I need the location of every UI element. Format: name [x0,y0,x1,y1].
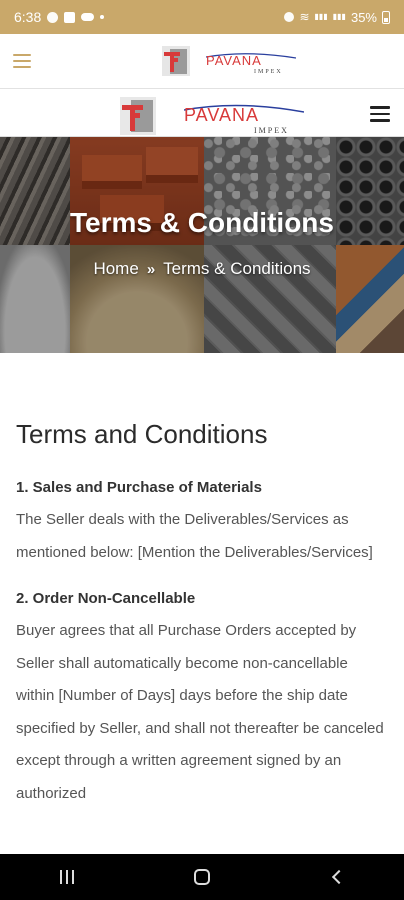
page-title: Terms & Conditions [70,207,334,238]
section-body: The Seller deals with the Deliverables/S… [16,511,373,561]
battery-icon [382,10,390,24]
site-header: PAVANA IMPEX [0,89,404,137]
logo-brand-sub: IMPEX [254,69,283,75]
breadcrumb-home-link[interactable]: Home [93,259,138,278]
breadcrumb-separator-icon: » [146,261,156,278]
more-notifications-icon [100,15,105,19]
section-title: 1. Sales and Purchase of Materials [16,479,262,496]
app-logo: PAVANA IMPEX [162,46,296,76]
breadcrumb: Home » Terms & Conditions [0,259,404,279]
logo-brand-sub: IMPEX [254,126,289,135]
status-time: 6:38 [14,9,42,25]
app-header: PAVANA IMPEX [0,34,404,89]
recent-apps-button[interactable] [37,854,97,900]
recent-apps-icon [60,870,75,884]
terms-section: 2. Order Non-Cancellable Buyer agrees th… [16,583,388,810]
hero-overlay [0,137,404,353]
site-logo[interactable]: PAVANA IMPEX [120,97,304,135]
hero-banner: Terms & Conditions Home » Terms & Conditio… [0,137,404,353]
home-button[interactable] [172,854,232,900]
image-notification-icon [64,11,76,23]
terms-content: Terms and Conditions 1. Sales and Purcha… [16,353,388,810]
site-menu-button[interactable] [370,106,390,122]
app-menu-button[interactable] [13,54,31,68]
battery-percent: 35% [350,9,377,25]
section-title: 2. Order Non-Cancellable [16,590,196,607]
content-heading: Terms and Conditions [16,419,268,449]
logo-mark-icon [162,46,190,76]
logo-brand-name: PAVANA [206,53,262,68]
alarm-icon [284,12,295,22]
signal-1-icon: ▮▮▮ [314,12,328,21]
signal-2-icon: ▮▮▮ [332,12,346,21]
breadcrumb-current: Terms & Conditions [163,259,311,278]
section-body: Buyer agrees that all Purchase Orders ac… [16,622,384,802]
wifi-icon: ≋ [299,10,310,24]
back-icon [331,869,346,885]
terms-section: 1. Sales and Purchase of Materials The S… [16,472,388,569]
logo-mark-icon [120,97,156,135]
cloud-notification-icon [81,13,95,21]
logo-brand-name: PAVANA [184,105,260,125]
home-icon [193,869,210,885]
chat-notification-icon [47,11,59,23]
system-nav-bar [0,854,404,900]
back-button[interactable] [307,854,367,900]
status-bar: 6:38 ≋ ▮▮▮ ▮▮▮ 35% [0,0,404,34]
